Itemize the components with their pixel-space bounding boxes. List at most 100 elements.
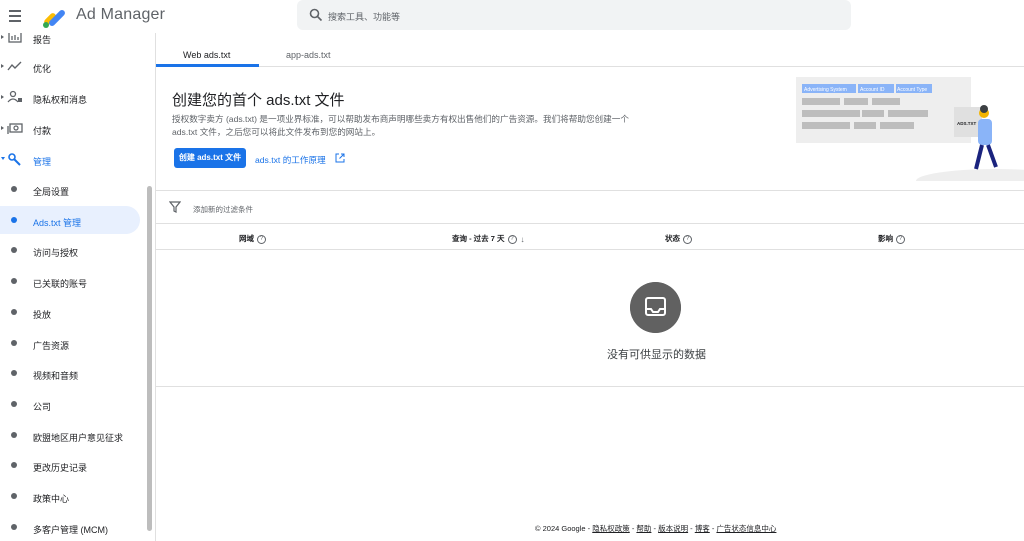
sidebar-item-label: 报告 [33, 35, 52, 45]
footer-link-status-dashboard[interactable]: 广告状态信息中心 [716, 524, 776, 533]
sidebar-item-label: 欧盟地区用户意见征求 [33, 433, 124, 443]
ad-manager-logo-icon[interactable] [41, 3, 67, 29]
filter-icon[interactable] [169, 201, 181, 213]
menu-icon-line [9, 20, 21, 22]
sidebar-item-label: 政策中心 [33, 494, 70, 504]
bullet-icon [11, 493, 17, 499]
search-input[interactable]: 搜索工具、功能等 [328, 10, 400, 23]
bullet-icon [11, 340, 17, 346]
how-ads-txt-works-link[interactable]: ads.txt 的工作原理 [255, 154, 326, 166]
sidebar-subitem[interactable]: 视频和音频 [0, 359, 140, 387]
arrow-down-icon[interactable]: ↓ [521, 235, 525, 244]
sidebar-item-label: 视频和音频 [33, 371, 79, 381]
sidebar-item-label: 投放 [33, 310, 52, 320]
caret-down-icon [1, 157, 5, 160]
column-header-domain[interactable]: 网域? [239, 233, 266, 244]
sidebar-item-label: 付款 [33, 126, 52, 136]
sidebar-subitem[interactable]: 政策中心 [0, 482, 140, 510]
sidebar-subitem[interactable]: 欧盟地区用户意见征求 [0, 421, 140, 449]
search-icon [309, 8, 323, 22]
sidebar-item-label: 访问与授权 [33, 248, 79, 258]
bullet-icon [11, 278, 17, 284]
bullet-icon [11, 432, 17, 438]
sidebar-scrollbar[interactable] [147, 186, 152, 531]
sidebar-subitem[interactable]: 多客户管理 (MCM) [0, 513, 140, 541]
sidebar-item-label: 广告资源 [33, 341, 70, 351]
column-label: 影响 [878, 234, 893, 243]
wrench-icon [8, 153, 21, 166]
tab-web-ads-txt[interactable]: Web ads.txt [183, 50, 230, 60]
menu-icon-line [9, 10, 21, 12]
sidebar-subitem[interactable]: 公司 [0, 390, 140, 418]
sidebar-subitem[interactable]: 广告资源 [0, 329, 140, 357]
footer-link-blog[interactable]: 博客 [695, 524, 710, 533]
sidebar-item-label: 全局设置 [33, 187, 70, 197]
sidebar-subitem[interactable]: 访问与授权 [0, 236, 140, 264]
help-icon[interactable]: ? [683, 234, 692, 244]
bullet-icon [11, 462, 17, 468]
payment-icon [7, 123, 23, 134]
sidebar-subitem-ads-txt[interactable]: Ads.txt 管理 [0, 206, 140, 234]
inbox-icon [630, 282, 681, 333]
column-header-status[interactable]: 状态? [665, 233, 692, 244]
bullet-icon [11, 309, 17, 315]
open-in-new-icon[interactable] [335, 153, 345, 163]
column-label: 状态 [665, 234, 680, 243]
create-ads-txt-button[interactable]: 创建 ads.txt 文件 [174, 148, 246, 168]
column-label: 网域 [239, 234, 254, 243]
illus-col1: Advertising System [804, 87, 847, 93]
column-label: 查询 - 过去 7 天 [452, 234, 505, 243]
main-content: Web ads.txt app-ads.txt 创建您的首个 ads.txt 文… [155, 33, 1024, 541]
column-header-queries[interactable]: 查询 - 过去 7 天? ↓ [452, 233, 525, 244]
sidebar-item-admin[interactable]: 管理 [0, 145, 140, 173]
footer-link-privacy[interactable]: 隐私权政策 [592, 524, 630, 533]
caret-right-icon [1, 35, 4, 39]
top-app-bar: Ad Manager 搜索工具、功能等 [0, 0, 1024, 33]
footer-link-help[interactable]: 帮助 [636, 524, 651, 533]
help-icon[interactable]: ? [507, 234, 517, 244]
search-bar[interactable]: 搜索工具、功能等 [297, 0, 851, 30]
sidebar-item-label: 优化 [33, 64, 52, 74]
bullet-icon [11, 217, 17, 223]
sidebar-item-optimize[interactable]: 优化 [0, 52, 140, 80]
tab-bar: Web ads.txt app-ads.txt [156, 33, 1024, 67]
sidebar-item-label: 公司 [33, 402, 52, 412]
app-name: Ad Manager [76, 6, 166, 23]
sidebar-subitem[interactable]: 全局设置 [0, 175, 140, 203]
sidebar-item-reports[interactable]: 报告 [0, 33, 140, 51]
bullet-icon [11, 186, 17, 192]
bullet-icon [11, 524, 17, 530]
sidebar-item-label: Ads.txt 管理 [33, 218, 82, 228]
sidebar-item-label: 管理 [33, 157, 52, 167]
main-menu-button[interactable] [6, 5, 26, 25]
empty-state: 没有可供显示的数据 [156, 251, 1024, 387]
footer: © 2024 Google - 隐私权政策 - 帮助 - 版本说明 - 博客 -… [535, 524, 777, 533]
sidebar-item-label: 隐私权和消息 [33, 95, 88, 105]
footer-link-release-notes[interactable]: 版本说明 [658, 524, 688, 533]
help-icon[interactable]: ? [896, 234, 905, 244]
bullet-icon [11, 401, 17, 407]
sidebar-subitem[interactable]: 已关联的账号 [0, 267, 140, 295]
filter-bar[interactable]: 添加新的过滤条件 [156, 191, 1024, 224]
add-filter-input[interactable]: 添加新的过滤条件 [193, 204, 253, 215]
sidebar-item-label: 多客户管理 (MCM) [33, 525, 108, 535]
sidebar-item-label: 更改历史记录 [33, 463, 88, 473]
sidebar-nav: 报告 优化 隐私权和消息 付款 管理 全局设置 Ads.txt 管理 访问与授权… [0, 33, 155, 541]
page-title: 创建您的首个 ads.txt 文件 [172, 92, 345, 109]
sidebar-item-payments[interactable]: 付款 [0, 114, 140, 142]
menu-icon-line [9, 15, 21, 17]
ads-txt-illustration: Advertising System Account ID Account Ty… [796, 77, 1024, 181]
column-header-impact[interactable]: 影响? [878, 233, 905, 244]
illus-file-label: ADS.TXT [957, 121, 977, 126]
tab-app-ads-txt[interactable]: app-ads.txt [286, 50, 331, 60]
bullet-icon [11, 247, 17, 253]
sidebar-item-privacy[interactable]: 隐私权和消息 [0, 83, 140, 111]
help-icon[interactable]: ? [257, 234, 266, 244]
caret-right-icon [1, 95, 4, 99]
table-header: 网域? 查询 - 过去 7 天? ↓ 状态? 影响? [156, 224, 1024, 250]
illus-col2: Account ID [860, 87, 885, 93]
sidebar-subitem[interactable]: 投放 [0, 298, 140, 326]
sidebar-subitem[interactable]: 更改历史记录 [0, 451, 140, 479]
report-icon [8, 33, 22, 43]
caret-right-icon [1, 64, 4, 68]
